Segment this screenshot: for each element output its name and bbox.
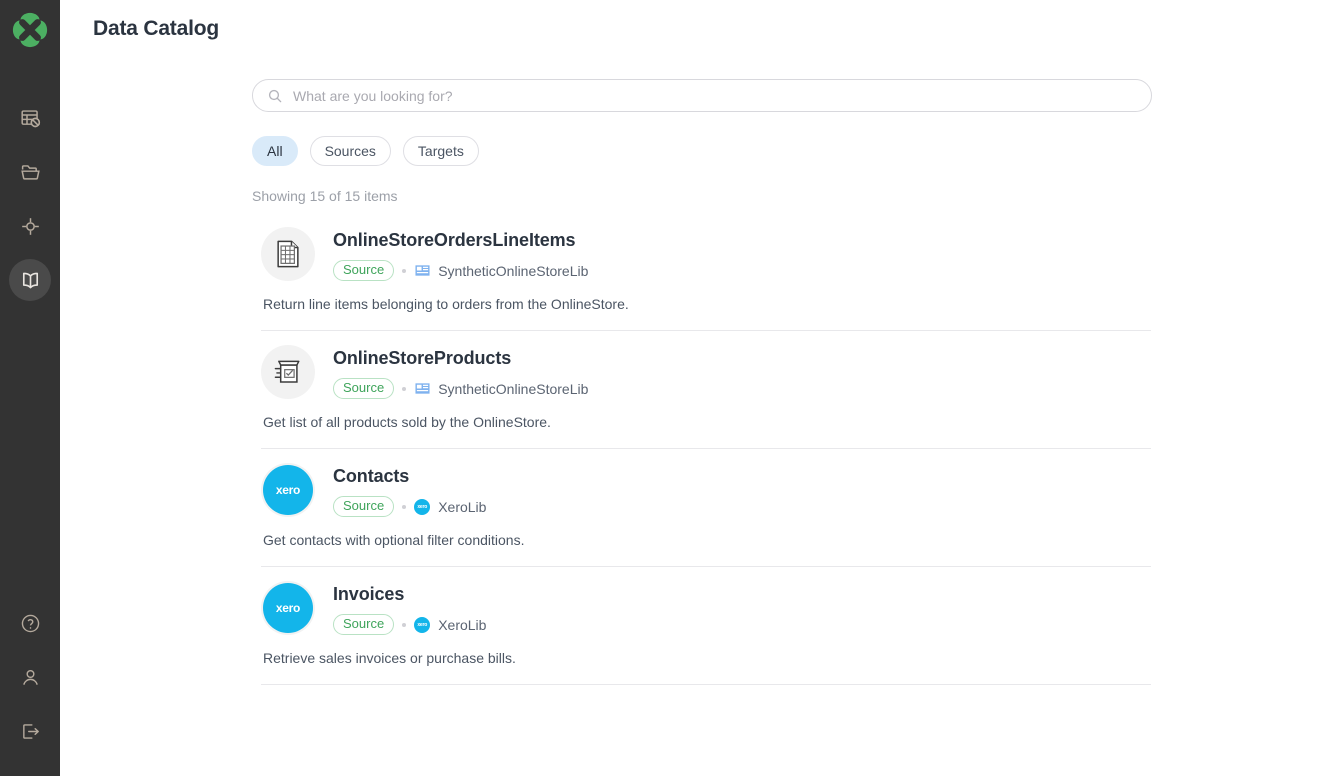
item-avatar [261, 227, 315, 281]
catalog-content: All Sources Targets Showing 15 of 15 ite… [60, 79, 1327, 685]
search-icon [267, 88, 283, 104]
search-input[interactable] [293, 88, 1137, 104]
xero-logo-icon: xero [263, 583, 313, 633]
item-description: Get list of all products sold by the Onl… [263, 413, 1151, 431]
separator-dot [402, 269, 406, 273]
help-circle-icon [20, 613, 41, 634]
spreadsheet-document-icon [273, 239, 303, 269]
user-icon [20, 667, 41, 688]
folder-icon [20, 162, 41, 183]
status-badge: Source [333, 614, 394, 635]
item-title: Invoices [333, 583, 486, 605]
sidebar-nav-bottom [0, 602, 60, 764]
sidebar-item-tables[interactable] [9, 97, 51, 139]
logout-icon [20, 721, 41, 742]
xero-logo-icon: xero [414, 499, 430, 515]
item-meta: Source xero XeroLib [333, 496, 486, 517]
library-name: XeroLib [438, 499, 486, 515]
item-title: OnlineStoreProducts [333, 347, 588, 369]
clover-logo-icon [11, 11, 49, 49]
list-item[interactable]: xero Contacts Source xero [261, 449, 1151, 567]
library-name: XeroLib [438, 617, 486, 633]
book-icon [19, 269, 42, 292]
list-item[interactable]: OnlineStoreProducts Source [261, 331, 1151, 449]
filter-chip-all[interactable]: All [252, 136, 298, 166]
crosshair-icon [20, 216, 41, 237]
page-title: Data Catalog [93, 17, 219, 41]
blue-grid-icon [414, 263, 430, 279]
xero-logo-icon: xero [414, 617, 430, 633]
left-sidebar [0, 0, 60, 776]
blue-grid-icon [414, 381, 430, 397]
item-meta: Source [333, 260, 588, 281]
status-badge: Source [333, 260, 394, 281]
main-content: Data Catalog All Sources Targets [60, 0, 1327, 776]
item-meta: Source xero XeroLib [333, 614, 486, 635]
list-item[interactable]: OnlineStoreOrdersLineItems Source [261, 213, 1151, 331]
app-root: Data Catalog All Sources Targets [0, 0, 1327, 776]
app-logo[interactable] [9, 9, 51, 51]
blue-grid-glyph [415, 263, 430, 278]
sidebar-item-catalog[interactable] [9, 259, 51, 301]
status-badge: Source [333, 496, 394, 517]
separator-dot [402, 623, 406, 627]
item-description: Return line items belonging to orders fr… [263, 295, 1151, 313]
xero-logo-text: xero [276, 601, 300, 615]
search-bar[interactable] [252, 79, 1152, 112]
sidebar-nav-top [9, 97, 51, 313]
sidebar-item-targets[interactable] [9, 205, 51, 247]
filter-chip-group: All Sources Targets [252, 136, 1152, 166]
blue-grid-glyph [415, 381, 430, 396]
xero-logo-icon: xero [263, 465, 313, 515]
sidebar-item-folders[interactable] [9, 151, 51, 193]
filter-chip-targets[interactable]: Targets [403, 136, 479, 166]
item-description: Get contacts with optional filter condit… [263, 531, 1151, 549]
table-cancel-icon [20, 108, 41, 129]
separator-dot [402, 387, 406, 391]
item-description: Retrieve sales invoices or purchase bill… [263, 649, 1151, 667]
item-title: Contacts [333, 465, 486, 487]
sidebar-item-help[interactable] [9, 602, 51, 644]
list-item[interactable]: xero Invoices Source xero [261, 567, 1151, 685]
item-avatar: xero [261, 581, 315, 635]
xero-logo-text: xero [276, 483, 300, 497]
status-badge: Source [333, 378, 394, 399]
library-name: SyntheticOnlineStoreLib [438, 263, 588, 279]
sidebar-item-logout[interactable] [9, 710, 51, 752]
item-title: OnlineStoreOrdersLineItems [333, 229, 588, 251]
library-name: SyntheticOnlineStoreLib [438, 381, 588, 397]
item-avatar: xero [261, 463, 315, 517]
xero-logo-text: xero [417, 504, 427, 510]
catalog-list: OnlineStoreOrdersLineItems Source [252, 213, 1152, 685]
sidebar-item-account[interactable] [9, 656, 51, 698]
xero-logo-text: xero [417, 622, 427, 628]
filter-chip-sources[interactable]: Sources [310, 136, 391, 166]
package-check-icon [273, 357, 303, 387]
item-avatar [261, 345, 315, 399]
result-count: Showing 15 of 15 items [252, 188, 1152, 204]
item-meta: Source [333, 378, 588, 399]
separator-dot [402, 505, 406, 509]
